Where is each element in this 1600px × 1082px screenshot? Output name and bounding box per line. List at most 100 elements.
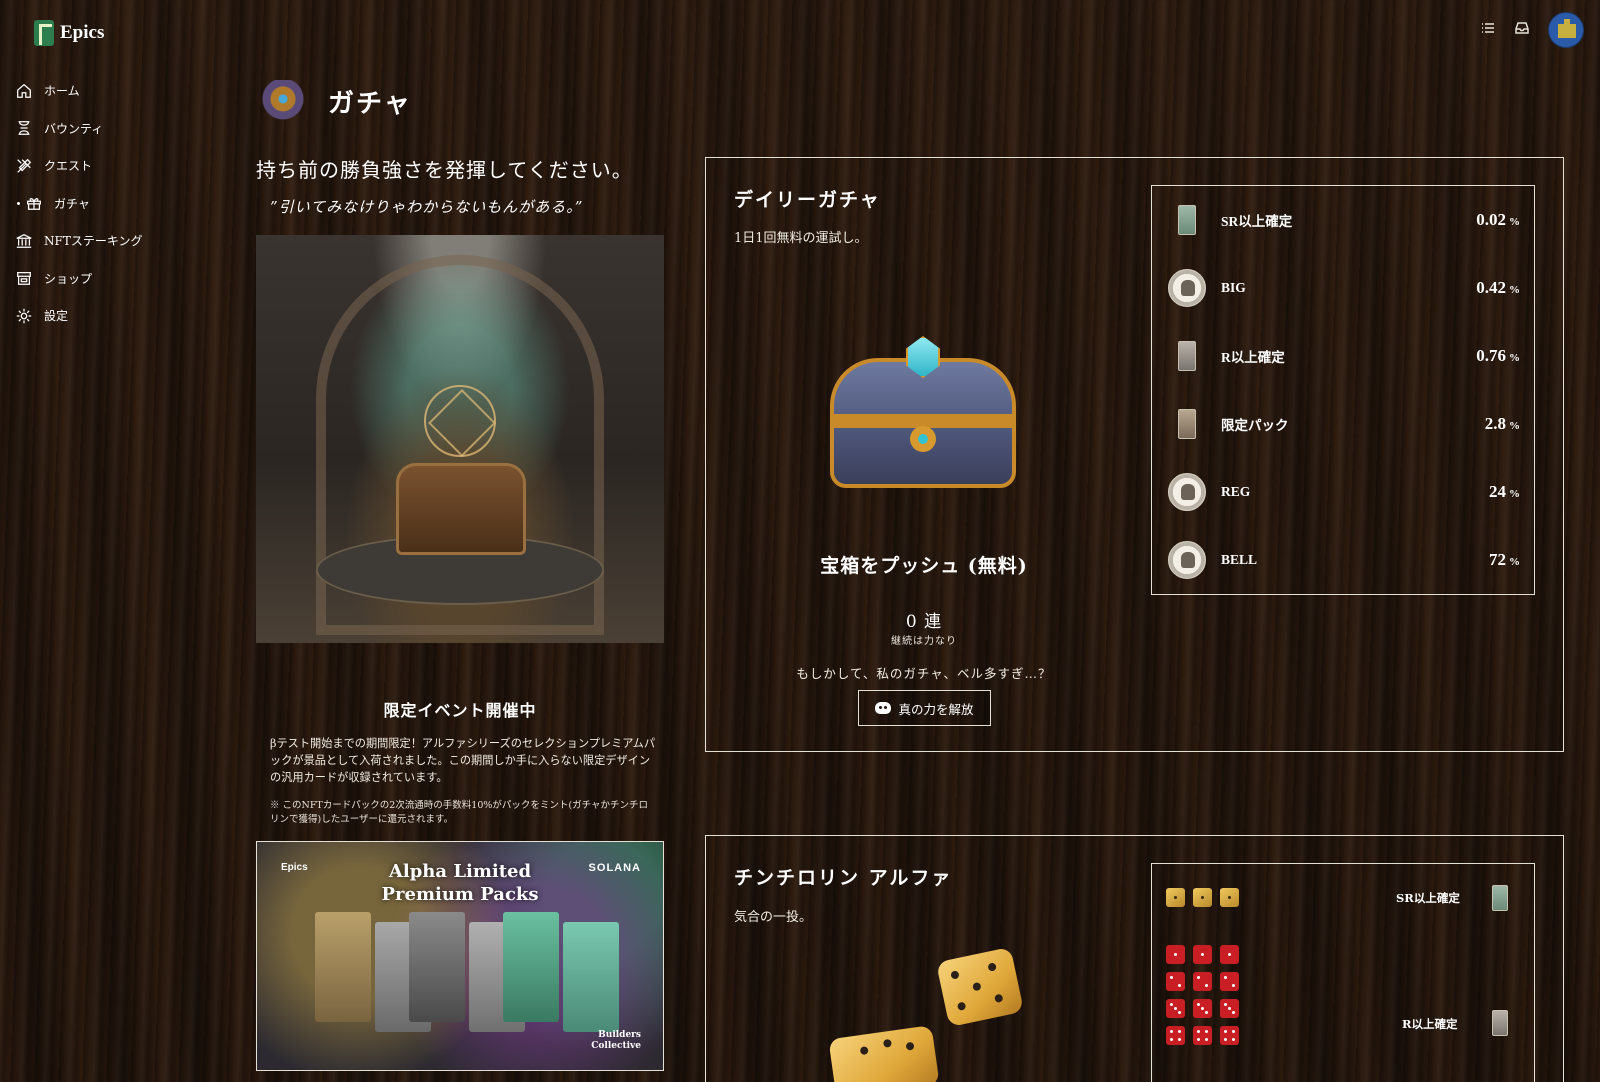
inbox-icon[interactable] [1514,20,1530,40]
discord-icon [875,702,892,714]
pip [1174,953,1177,956]
hero-sigil [424,385,496,457]
streak-caption: 継続は力なり [891,636,957,647]
chinchiro-subtitle: 気合の一投。 [734,910,813,925]
pip [1178,1038,1181,1041]
treasure-chest-button[interactable] [814,318,1032,508]
pip [1201,953,1204,956]
odds-row: BELL 72% [1152,526,1534,594]
builders-collective-logo: Builders Collective [591,1030,641,1052]
dice-icon[interactable] [828,1025,940,1082]
pip [972,981,982,992]
treasure-chest-icon [260,80,306,122]
pip [1228,1007,1231,1010]
sidebar-item-bounty[interactable]: バウンティ [14,110,224,148]
odds-label: 限定パック [1221,418,1289,433]
push-chest-button[interactable]: 宝箱をプッシュ (無料) [814,551,1034,578]
pip [1228,896,1231,899]
card-pack [409,912,465,1022]
odds-unit: % [1509,556,1520,568]
odds-value: 24% [1489,482,1520,502]
app-name: Epics [60,22,105,43]
pip [1205,1030,1208,1033]
streak-count: 0 連 [905,612,943,632]
pip [1201,1007,1204,1010]
gacha-hero-image [256,235,664,643]
sidebar-item-label: ホーム [44,84,80,99]
sidebar-item-gacha[interactable]: ガチャ [14,185,224,223]
solana-logo: SOLANA [588,862,641,874]
odds-label: REG [1221,484,1251,499]
chinchiro-panel: チンチロリン アルファ 気合の一投。 SR以上確定 R以上確定 [705,835,1564,1082]
pip [1178,1011,1181,1014]
odds-unit: % [1509,352,1520,364]
dice-icon [1193,1026,1212,1045]
sidebar-item-quest[interactable]: クエスト [14,147,224,185]
unlock-power-button[interactable]: 真の力を解放 [858,690,991,726]
odds-value: 72% [1489,550,1520,570]
sidebar-item-label: ガチャ [54,196,90,211]
odds-value: 0.76% [1476,346,1520,366]
pip [1205,984,1208,987]
pip [956,1001,967,1011]
event-description: βテスト開始までの期間限定！アルファシリーズのセレクションプレミアムパックが景品… [270,737,656,784]
odds-row: REG 24% [1152,458,1534,526]
collective-line2: Collective [591,1041,641,1051]
odds-unit: % [1509,420,1520,432]
coin-icon [1168,541,1206,579]
coin-icon [1168,541,1206,579]
dice-icon [1166,945,1185,964]
pip [1178,984,1181,987]
pip [1232,1030,1235,1033]
card-pack [503,912,559,1022]
pip [1197,1030,1200,1033]
pip [1170,1003,1173,1006]
pip [1197,976,1200,979]
sidebar-item-shop[interactable]: ショップ [14,260,224,298]
pip [987,962,997,972]
daily-gacha-panel: デイリーガチャ 1日1回無料の運試し。 宝箱をプッシュ (無料) 0 連 継続は… [705,157,1564,752]
odds-label: BIG [1221,280,1246,295]
odds-table: SR以上確定 0.02% BIG 0.42% R以上確定 0.76% 限定パック… [1151,185,1535,595]
pip [1170,1038,1173,1041]
avatar[interactable] [1548,12,1584,48]
pip [1197,1003,1200,1006]
dice-icon [1220,999,1239,1018]
dice-icon [1166,1026,1185,1045]
pip [1224,1038,1227,1041]
card-pack-icon [1168,201,1206,239]
pip [1205,1038,1208,1041]
card-icon [1178,409,1196,439]
daily-gacha-subtitle: 1日1回無料の運試し。 [734,231,868,246]
sidebar-item-home[interactable]: ホーム [14,72,224,110]
card-pack-icon [1492,885,1508,911]
sidebar-item-settings[interactable]: 設定 [14,297,224,335]
odds-row: R以上確定 0.76% [1152,322,1534,390]
page-tagline: 持ち前の勝負強さを発揮してください。 [256,158,633,182]
reward-label: SR以上確定 [1396,891,1460,905]
page-header: ガチャ [260,80,412,122]
odds-label: SR以上確定 [1221,214,1293,229]
premium-packs-banner: Epics Alpha Limited Premium Packs SOLANA… [256,841,664,1071]
dice-icon [1220,1026,1239,1045]
sidebar-item-label: 設定 [44,309,69,324]
dice-rewards-table: SR以上確定 R以上確定 [1151,863,1535,1082]
dice-icon [1193,888,1212,907]
list-icon[interactable] [1480,20,1496,40]
app-logo[interactable]: Epics [34,20,104,46]
coin-icon [1168,269,1206,307]
sidebar-item-nft-staking[interactable]: NFTステーキング [14,222,224,260]
shop-icon [14,268,34,288]
odds-label: R以上確定 [1221,350,1285,365]
dice-icon[interactable] [935,946,1025,1028]
odds-value: 0.02% [1476,210,1520,230]
pip [1205,1011,1208,1014]
odds-number: 0.02 [1476,210,1506,229]
gift-icon [24,193,44,213]
card-icon [1178,341,1196,371]
odds-value: 0.42% [1476,278,1520,298]
dice-icon [1193,999,1212,1018]
pip [905,1041,915,1051]
dice-icon [1220,972,1239,991]
dice-icon [1220,888,1239,907]
